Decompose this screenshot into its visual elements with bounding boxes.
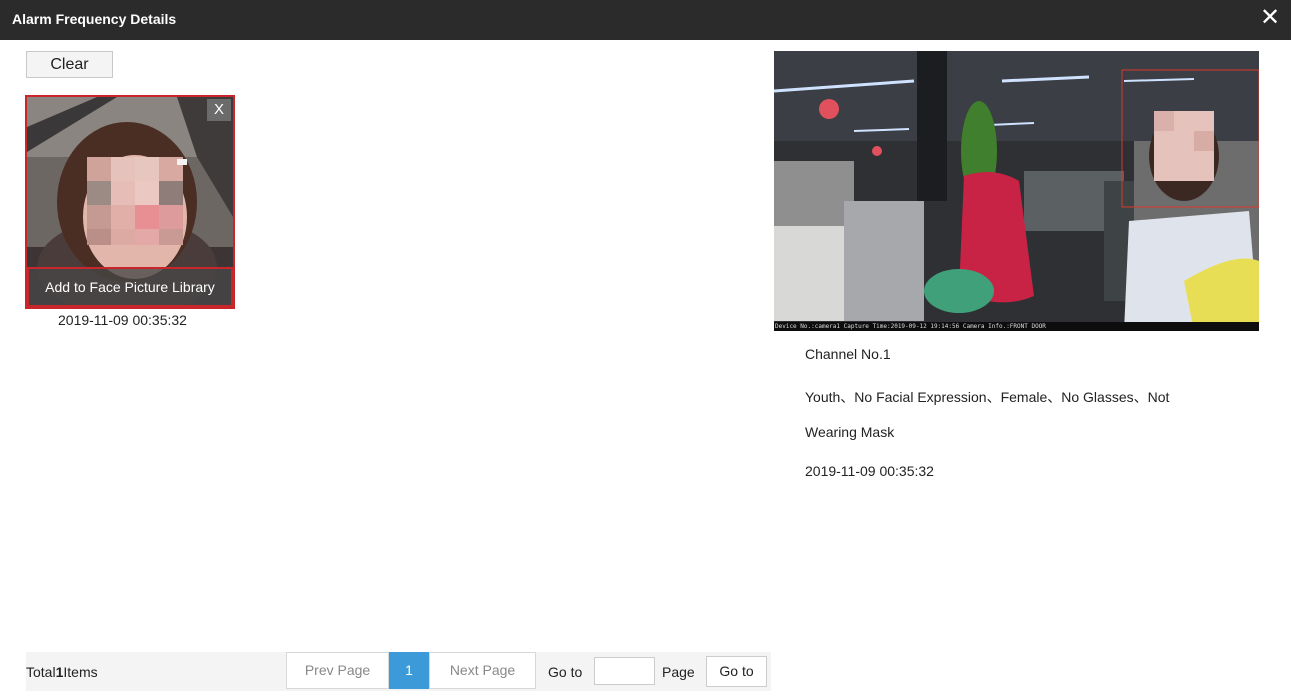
close-icon[interactable]: ✕ xyxy=(1259,5,1281,29)
remove-result-button[interactable]: X xyxy=(207,99,231,121)
next-page-button[interactable]: Next Page xyxy=(429,652,536,689)
add-to-face-library-button[interactable]: Add to Face Picture Library xyxy=(27,267,233,307)
goto-button[interactable]: Go to xyxy=(706,656,767,687)
attributes-text-line1: Youth、No Facial Expression、Female、No Gla… xyxy=(805,389,1170,405)
total-items-label: Total1Items xyxy=(26,664,98,680)
goto-page-input[interactable] xyxy=(594,657,655,685)
attributes-text-line2: Wearing Mask xyxy=(805,424,895,440)
dialog-title: Alarm Frequency Details xyxy=(12,11,177,27)
page-number-button[interactable]: 1 xyxy=(389,652,429,689)
total-prefix: Total xyxy=(26,664,56,680)
capture-timestamp: 2019-11-09 00:35:32 xyxy=(805,463,934,479)
clear-button[interactable]: Clear xyxy=(26,51,113,78)
goto-label: Go to xyxy=(548,664,583,680)
pagination-bar: Total1Items Prev Page 1 Next Page Go to … xyxy=(26,652,771,691)
capture-panel: Device No.:camera1 Capture Time:2019-09-… xyxy=(774,51,1259,331)
page-label: Page xyxy=(662,664,695,680)
scene-capture-image xyxy=(774,51,1259,331)
total-suffix: Items xyxy=(63,664,98,680)
channel-label: Channel No.1 xyxy=(805,346,891,362)
osd-overlay-text: Device No.:camera1 Capture Time:2019-09-… xyxy=(774,322,1259,331)
result-timestamp: 2019-11-09 00:35:32 xyxy=(58,312,187,328)
face-result-card[interactable]: X Add to Face Picture Library xyxy=(25,95,235,309)
prev-page-button[interactable]: Prev Page xyxy=(286,652,389,689)
dialog-titlebar: Alarm Frequency Details ✕ xyxy=(0,0,1291,40)
